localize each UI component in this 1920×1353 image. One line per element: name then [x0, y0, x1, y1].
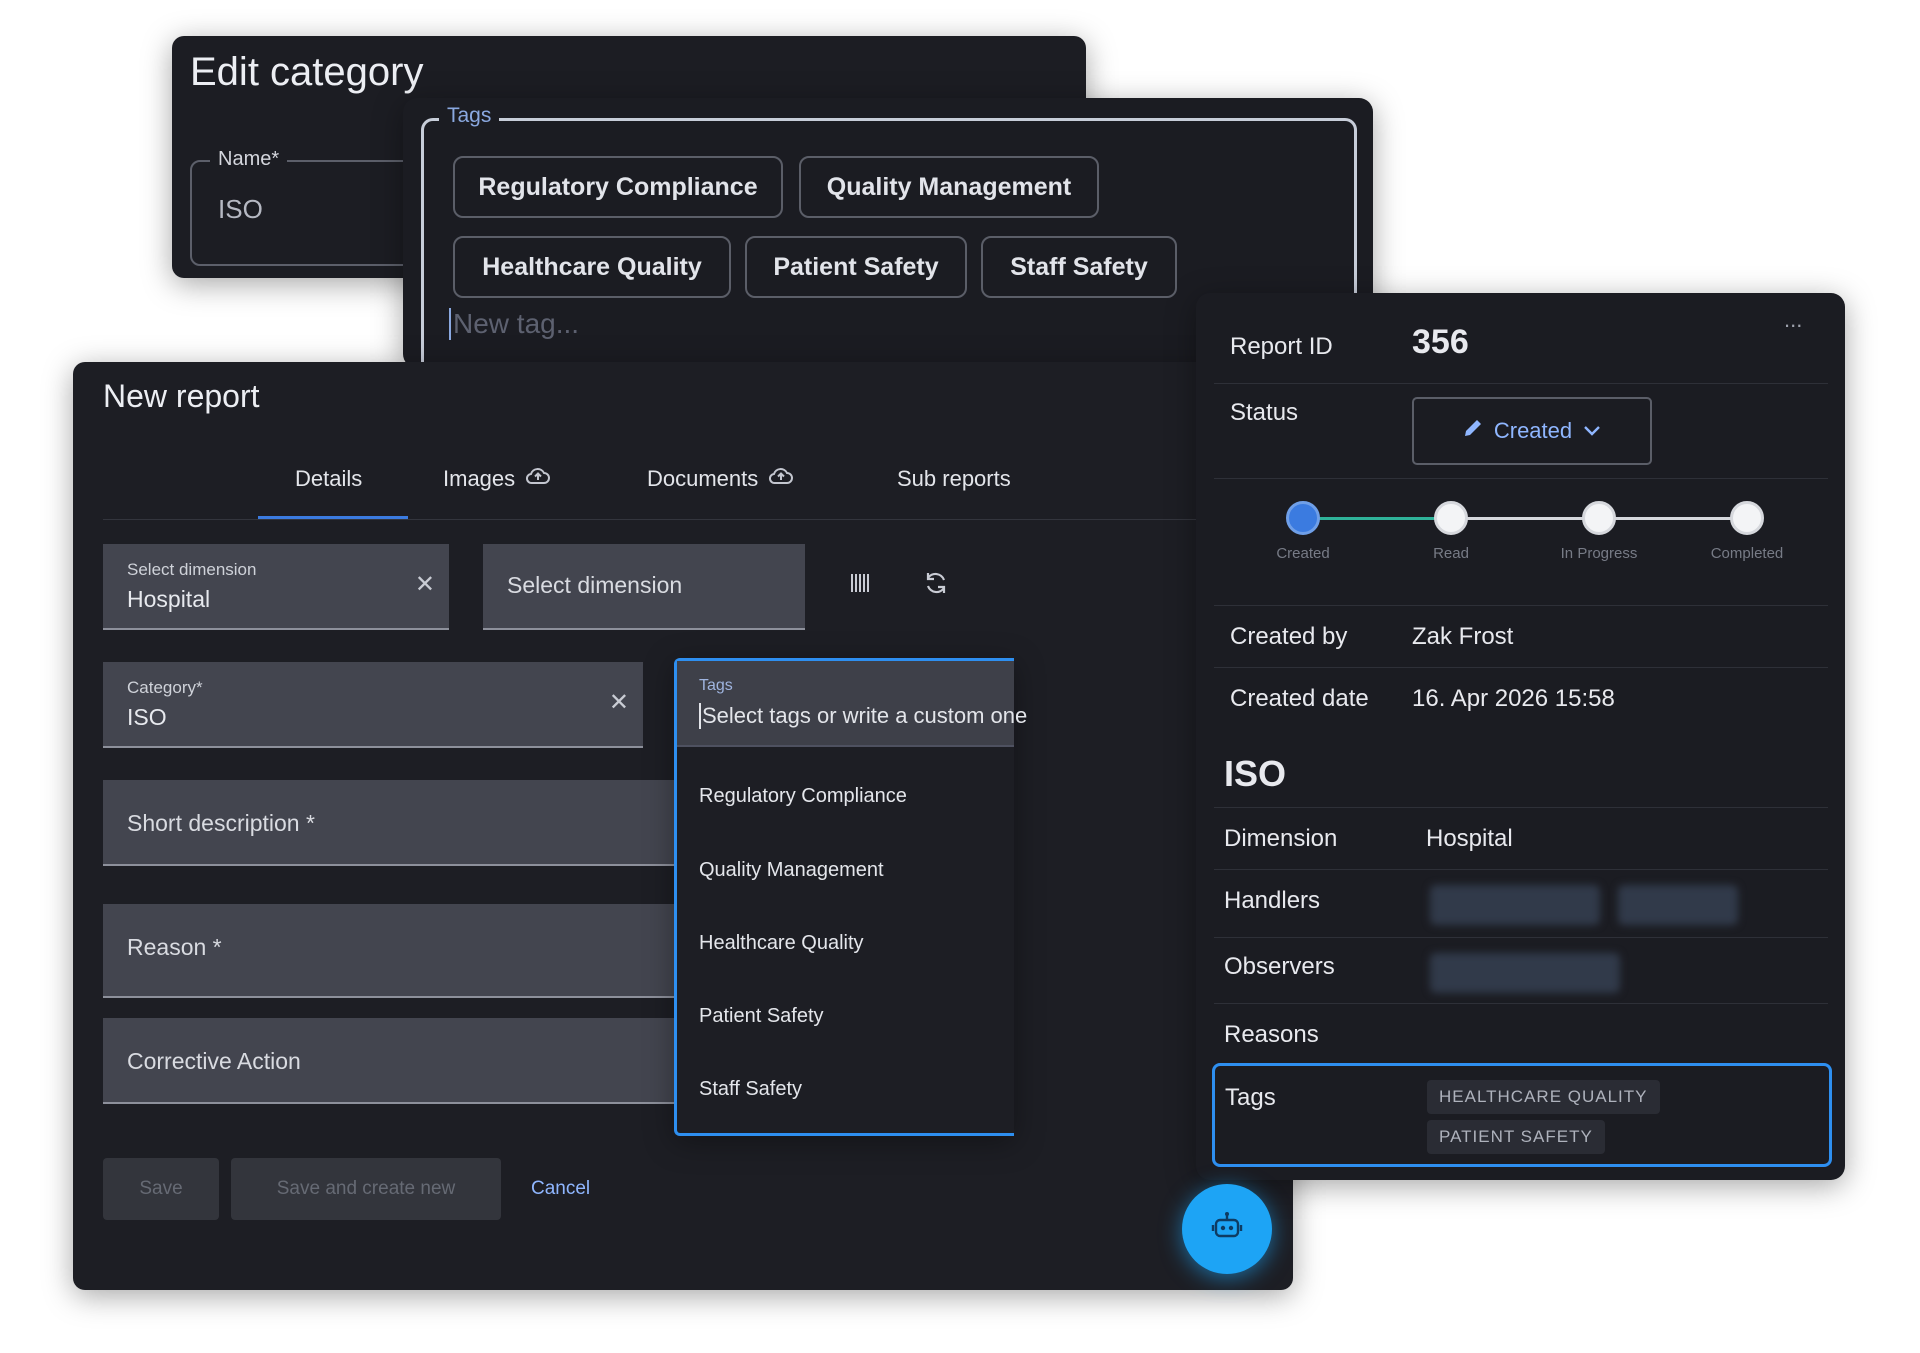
tags-editor-legend: Tags [439, 104, 500, 128]
step-label: Completed [1710, 545, 1784, 562]
divider [1214, 605, 1828, 606]
step-label: Created [1276, 545, 1330, 562]
clear-icon[interactable]: ✕ [415, 570, 435, 599]
cloud-upload-icon [525, 466, 551, 492]
barcode-icon[interactable] [849, 572, 871, 599]
dimension-select-value: Hospital [127, 586, 211, 612]
divider [1214, 807, 1828, 808]
tag-chip[interactable]: Quality Management [799, 156, 1099, 218]
tag-option[interactable]: Healthcare Quality [699, 932, 864, 955]
created-date-value: 16. Apr 2026 15:58 [1412, 685, 1615, 712]
cancel-link[interactable]: Cancel [531, 1178, 590, 1200]
name-field-value: ISO [218, 194, 263, 224]
short-description-placeholder: Short description * [127, 810, 315, 836]
tags-label: Tags [1225, 1084, 1276, 1111]
tab-details-label: Details [295, 466, 363, 491]
corrective-action-placeholder: Corrective Action [127, 1048, 301, 1074]
tags-select-input[interactable]: Tags Select tags or write a custom one [677, 661, 1027, 747]
name-field-label: Name* [210, 148, 288, 171]
corrective-action-field[interactable]: Corrective Action [103, 1018, 683, 1104]
dimension-value: Hospital [1426, 825, 1513, 852]
step-in-progress-dot [1582, 501, 1616, 535]
tag-chip[interactable]: Patient Safety [745, 236, 967, 298]
step-label: Read [1433, 545, 1469, 562]
dimension-select-2-placeholder: Select dimension [507, 572, 683, 598]
report-detail-panel: Report ID 356 ... Status Created Created… [1196, 293, 1845, 1180]
divider [1214, 383, 1828, 384]
reason-placeholder: Reason * [127, 934, 222, 960]
tabs-divider [103, 519, 1293, 520]
tag-option[interactable]: Regulatory Compliance [699, 785, 907, 808]
tags-select-label: Tags [699, 677, 733, 694]
reasons-label: Reasons [1224, 1021, 1319, 1048]
divider [1214, 1003, 1828, 1004]
tag-option[interactable]: Staff Safety [699, 1078, 802, 1101]
dimension-select-label: Select dimension [127, 560, 257, 579]
robot-icon [1210, 1210, 1244, 1249]
new-tag-input[interactable]: New tag... [449, 308, 579, 340]
handler-avatar-blurred [1618, 885, 1738, 925]
divider [1214, 478, 1828, 479]
tab-images-label: Images [443, 466, 516, 491]
new-report-title: New report [103, 378, 260, 414]
category-heading: ISO [1224, 753, 1287, 794]
divider [1214, 869, 1828, 870]
category-select[interactable]: Category* ISO ✕ [103, 662, 643, 748]
divider [1214, 667, 1828, 668]
dimension-select-2[interactable]: Select dimension [483, 544, 805, 630]
divider [1214, 937, 1828, 938]
created-by-label: Created by [1230, 623, 1348, 650]
reason-field[interactable]: Reason * [103, 904, 683, 998]
observer-avatar-blurred [1430, 953, 1620, 993]
category-select-label: Category* [127, 678, 203, 697]
tab-documents-label: Documents [647, 466, 759, 491]
tag-option[interactable]: Quality Management [699, 859, 884, 882]
step-label: In Progress [1560, 545, 1638, 562]
step-created-dot [1286, 501, 1320, 535]
tab-sub-reports[interactable]: Sub reports [897, 466, 1011, 492]
tag-option[interactable]: Patient Safety [699, 1005, 824, 1028]
status-label: Status [1230, 399, 1299, 426]
created-date-label: Created date [1230, 685, 1369, 712]
refresh-icon[interactable] [923, 570, 949, 601]
tab-details[interactable]: Details [295, 466, 362, 492]
status-dropdown[interactable]: Created [1412, 397, 1652, 465]
cloud-upload-icon [768, 466, 794, 492]
tag-badge: HEALTHCARE QUALITY [1427, 1080, 1660, 1114]
tags-dropdown: Tags Select tags or write a custom one R… [674, 658, 1027, 1136]
status-value: Created [1493, 418, 1573, 443]
save-button[interactable]: Save [103, 1158, 219, 1220]
observers-label: Observers [1224, 953, 1335, 980]
tag-chip[interactable]: Regulatory Compliance [453, 156, 783, 218]
handlers-label: Handlers [1224, 887, 1321, 914]
tags-select-placeholder: Select tags or write a custom one [699, 703, 1027, 729]
tag-chip[interactable]: Staff Safety [981, 236, 1177, 298]
report-id-label: Report ID [1230, 333, 1333, 360]
more-options-icon[interactable]: ... [1784, 307, 1802, 333]
pencil-icon [1462, 417, 1484, 445]
created-by-value: Zak Frost [1412, 623, 1514, 650]
report-id-value: 356 [1412, 323, 1469, 361]
category-select-value: ISO [127, 704, 167, 730]
short-description-field[interactable]: Short description * [103, 780, 683, 866]
tag-badge: PATIENT SAFETY [1427, 1120, 1605, 1154]
handler-avatar-blurred [1430, 885, 1600, 925]
chevron-down-icon [1582, 418, 1602, 444]
step-line-done [1303, 517, 1451, 520]
tags-section-highlight: Tags HEALTHCARE QUALITY PATIENT SAFETY [1212, 1063, 1832, 1167]
step-read-dot [1434, 501, 1468, 535]
tab-documents[interactable]: Documents [647, 466, 794, 492]
tab-images[interactable]: Images [443, 466, 551, 492]
tab-sub-reports-label: Sub reports [897, 466, 1011, 491]
tag-chip[interactable]: Healthcare Quality [453, 236, 731, 298]
dimension-select[interactable]: Select dimension Hospital ✕ [103, 544, 449, 630]
clear-icon[interactable]: ✕ [609, 688, 629, 717]
step-completed-dot [1730, 501, 1764, 535]
edit-category-title: Edit category [190, 50, 424, 94]
assistant-button[interactable] [1182, 1184, 1272, 1274]
dimension-label: Dimension [1224, 825, 1338, 852]
save-and-create-new-button[interactable]: Save and create new [231, 1158, 501, 1220]
